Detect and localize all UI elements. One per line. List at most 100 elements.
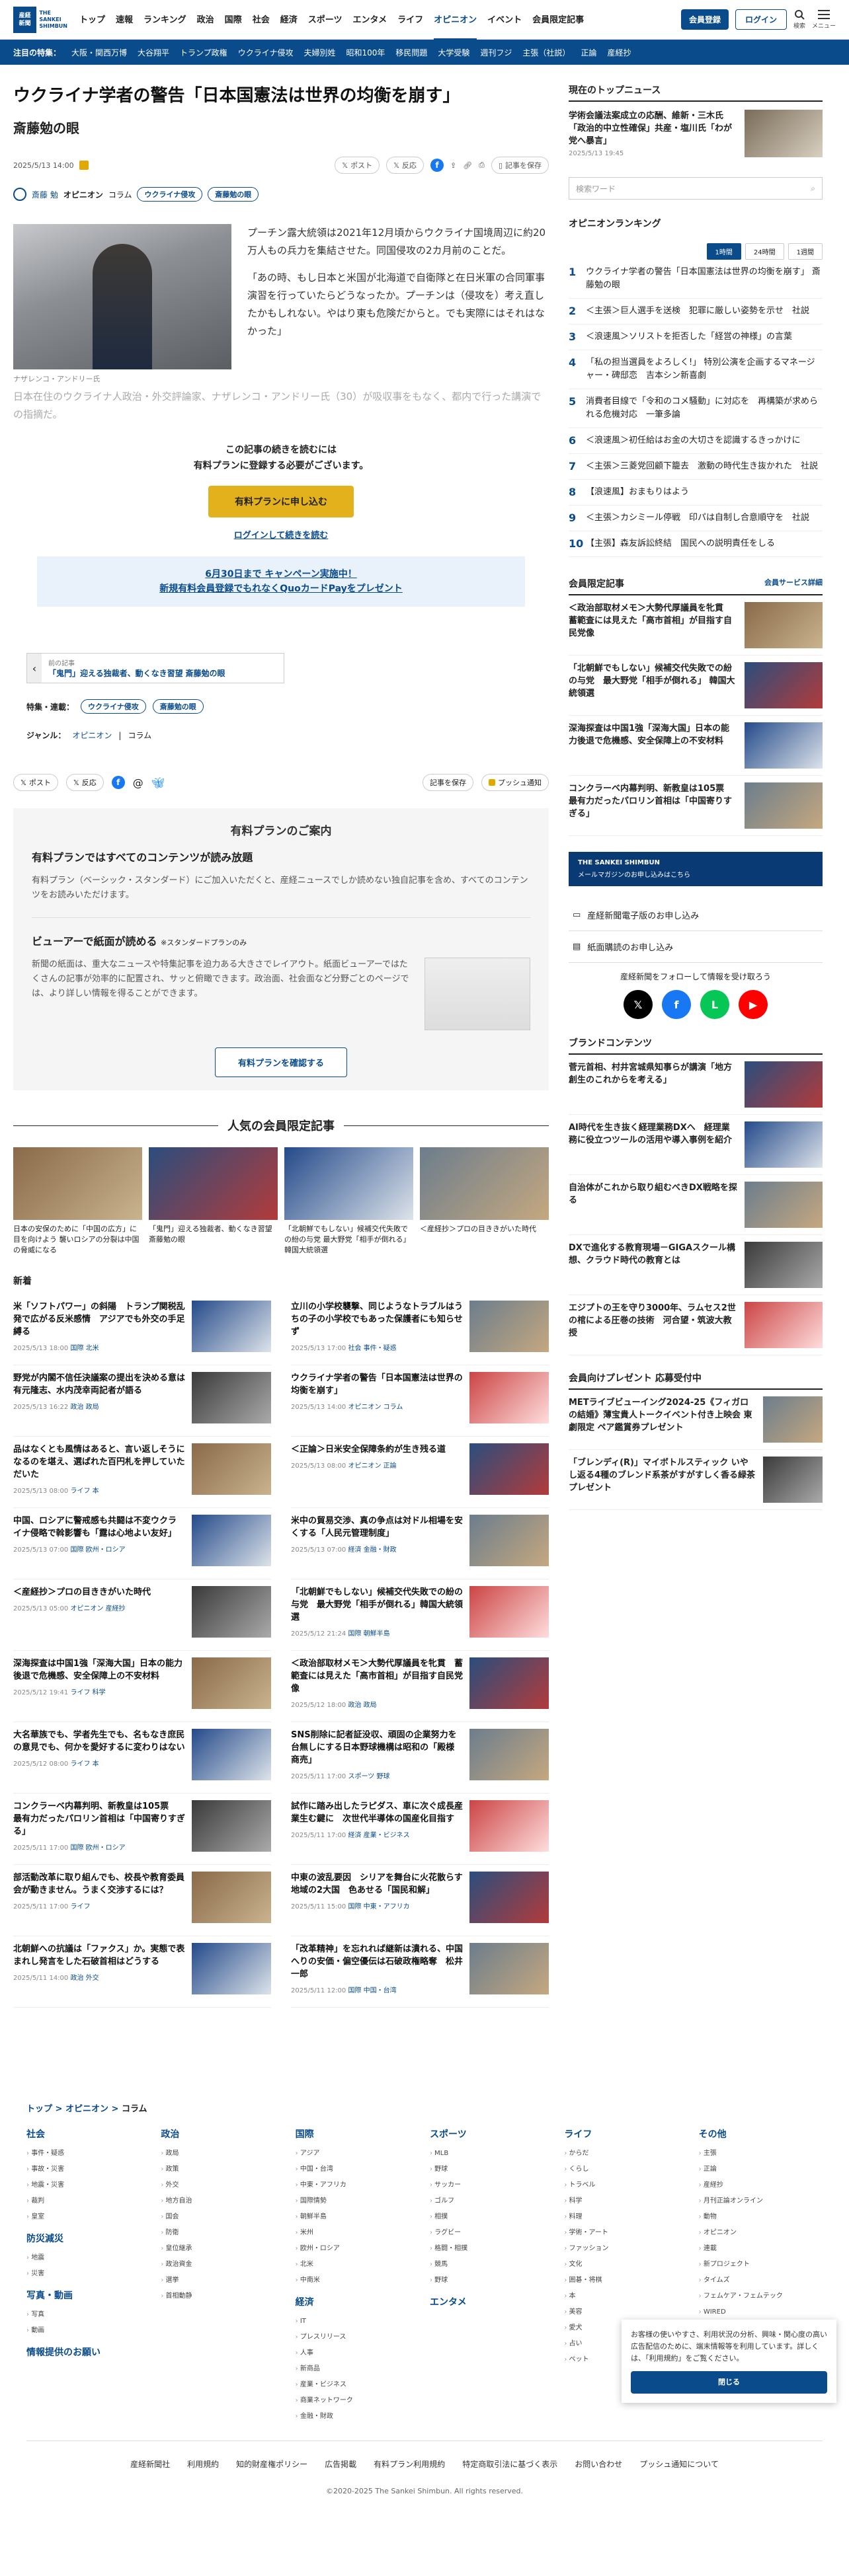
footer-link[interactable]: 欧州・ロシア xyxy=(296,2241,419,2257)
youtube-icon[interactable]: ▶ xyxy=(739,990,768,1019)
footer-link[interactable]: 米州 xyxy=(296,2225,419,2241)
footer-link[interactable]: 中国・台湾 xyxy=(296,2162,419,2178)
footer-link[interactable]: 地震・災害 xyxy=(26,2178,150,2193)
nav-item[interactable]: トップ xyxy=(79,0,105,40)
footer-heading[interactable]: その他 xyxy=(699,2127,823,2140)
present-item[interactable]: METライブビューイング2024-25《フィガロの結婚》薄宝貴人トークイベント付… xyxy=(569,1390,823,1450)
footer-link[interactable]: 人事 xyxy=(296,2345,419,2361)
footer-link[interactable]: タイムズ xyxy=(699,2273,823,2289)
footer-link[interactable]: 競馬 xyxy=(430,2257,553,2273)
nav-item[interactable]: 会員限定記事 xyxy=(532,0,584,40)
member-item[interactable]: 「北朝鮮でもしない」候補交代失敗での紛の与党 最大野党「相手が倒れる」 韓国大統… xyxy=(569,656,823,716)
news-item[interactable]: 品はなくとも風情はあると、言い返しそうになるのを堪え、選ばれた百円札を押していた… xyxy=(13,1437,271,1508)
footer-link[interactable]: フェムケア・フェムテック xyxy=(699,2289,823,2304)
footer-link[interactable]: 政策 xyxy=(161,2162,284,2178)
footer-link[interactable]: 政局 xyxy=(161,2146,284,2162)
footer-link[interactable]: 国会 xyxy=(161,2209,284,2225)
topic-link[interactable]: ウクライナ侵攻 xyxy=(238,47,294,58)
topic-link[interactable]: 大谷翔平 xyxy=(138,47,169,58)
reaction-button[interactable]: 𝕏 反応 xyxy=(386,157,424,174)
footer-link[interactable]: 文化 xyxy=(564,2257,688,2273)
footer-bottom-link[interactable]: 産経新聞社 xyxy=(130,2458,170,2470)
tag-ukraine[interactable]: ウクライナ侵攻 xyxy=(81,699,146,714)
post-x-button[interactable]: 𝕏 ポスト xyxy=(13,774,58,791)
footer-link[interactable]: 野球 xyxy=(430,2162,553,2178)
footer-link[interactable]: 首相動静 xyxy=(161,2289,284,2304)
search-button[interactable]: 検索 xyxy=(793,9,805,30)
share-icon[interactable]: ⇪ xyxy=(450,161,456,170)
footer-bottom-link[interactable]: 特定商取引法に基づく表示 xyxy=(462,2458,557,2470)
present-item[interactable]: 「ブレンディ(R)」マイボトルスティック いや し返る4種のブレンド系茶がすがす… xyxy=(569,1450,823,1510)
ranking-item[interactable]: 1 ウクライナ学者の警告「日本国憲法は世界の均衡を崩す」 斎藤勉の眼 xyxy=(569,260,823,299)
ranking-tab[interactable]: 1時間 xyxy=(706,243,741,260)
brand-item[interactable]: 菅元首相、村井宮城県知事らが講演「地方創生のこれからを考える」 xyxy=(569,1055,823,1115)
push-notify-button[interactable]: プッシュ通知 xyxy=(481,774,549,791)
news-item[interactable]: 野党が内閣不信任決議案の提出を決める意は 有元隆志、水内茂幸両記者が語る 2025… xyxy=(13,1365,271,1437)
footer-link[interactable]: ラグビー xyxy=(430,2225,553,2241)
footer-link[interactable]: 産業・ビジネス xyxy=(296,2377,419,2393)
cookie-close-button[interactable]: 閉じる xyxy=(631,2371,827,2394)
footer-link[interactable]: 防衛 xyxy=(161,2225,284,2241)
footer-heading[interactable]: 情報提供のお願い xyxy=(26,2345,150,2359)
footer-link[interactable]: 災害 xyxy=(26,2266,150,2282)
reaction-button[interactable]: 𝕏 反応 xyxy=(65,774,104,791)
footer-link[interactable]: 学術・アート xyxy=(564,2225,688,2241)
login-to-read-link[interactable]: ログインして続きを読む xyxy=(13,528,549,541)
footer-bottom-link[interactable]: 知的財産権ポリシー xyxy=(236,2458,307,2470)
news-item[interactable]: ＜正論＞日米安全保障条約が生き残る道 2025/5/13 08:00 オピニオン … xyxy=(291,1437,549,1508)
footer-link[interactable]: IT xyxy=(296,2314,419,2330)
footer-link[interactable]: 動画 xyxy=(26,2323,150,2339)
footer-link[interactable]: 外交 xyxy=(161,2178,284,2193)
nav-item[interactable]: 経済 xyxy=(280,0,298,40)
footer-heading[interactable]: 政治 xyxy=(161,2127,284,2140)
footer-link[interactable]: 皇室 xyxy=(26,2209,150,2225)
login-button[interactable]: ログイン xyxy=(735,9,787,30)
footer-link[interactable]: 地震 xyxy=(26,2250,150,2266)
print-icon[interactable]: ⎙ xyxy=(479,161,485,170)
ranking-item[interactable]: 4 「私の担当選員をよろしく!」 特別公演を企画するマネージャー・碑邸恋 吉本シン… xyxy=(569,350,823,389)
footer-link[interactable]: 事故・災害 xyxy=(26,2162,150,2178)
tag-series[interactable]: 斎藤勉の眼 xyxy=(152,699,204,714)
footer-heading[interactable]: 経済 xyxy=(296,2295,419,2308)
tag-series[interactable]: 斎藤勉の眼 xyxy=(208,187,259,202)
news-item[interactable]: ウクライナ学者の警告「日本国憲法は世界の均衡を崩す」 2025/5/13 14:0… xyxy=(291,1365,549,1437)
footer-link[interactable]: 新商品 xyxy=(296,2361,419,2377)
article-series[interactable]: 斎藤勉の眼 xyxy=(13,118,549,137)
print-subscription-link[interactable]: ▤ 紙面購読のお申し込み xyxy=(569,931,823,963)
footer-link[interactable]: 料理 xyxy=(564,2209,688,2225)
nav-item[interactable]: 速報 xyxy=(116,0,133,40)
footer-link[interactable]: 政治資金 xyxy=(161,2257,284,2273)
ranking-item[interactable]: 3 ＜浪速風＞ソリストを拒否した「経営の神様」の言葉 xyxy=(569,324,823,350)
news-item[interactable]: 米中の貿易交渉、真の争点は対ドル相場を安くする「人民元管理制度」 2025/5/1… xyxy=(291,1508,549,1579)
topic-link[interactable]: 週刊フジ xyxy=(480,47,512,58)
topic-link[interactable]: 夫婦別姓 xyxy=(303,47,335,58)
news-item[interactable]: 「北朝鮮でもしない」候補交代失敗での紛の与党 最大野党「相手が倒れる」韓国大統領… xyxy=(291,1579,549,1651)
nav-item[interactable]: ライフ xyxy=(397,0,423,40)
facebook-icon[interactable]: f xyxy=(111,776,125,789)
author-section[interactable]: オピニオン xyxy=(63,189,103,200)
ranking-item[interactable]: 6 ＜浪速風＞初任給はお金の大切さを認識するきっかけに xyxy=(569,428,823,454)
news-item[interactable]: 米「ソフトパワー」の斜陽 トランプ関税乱発で広がる反米感情 アジアでも外交の手足… xyxy=(13,1294,271,1365)
footer-heading[interactable]: 写真・動画 xyxy=(26,2289,150,2302)
register-button[interactable]: 会員登録 xyxy=(680,9,729,30)
author-column[interactable]: コラム xyxy=(108,189,132,200)
newsletter-banner[interactable]: THE SANKEI SHIMBUN メールマガジンのお申し込みはこちら xyxy=(569,852,823,886)
footer-heading[interactable]: ライフ xyxy=(564,2127,688,2140)
ranking-tab[interactable]: 24時間 xyxy=(745,243,784,260)
footer-link[interactable]: 北米 xyxy=(296,2257,419,2273)
topic-link[interactable]: 移民問題 xyxy=(395,47,427,58)
footer-heading[interactable]: 防災減災 xyxy=(26,2232,150,2245)
footer-link[interactable]: 本 xyxy=(564,2289,688,2304)
footer-link[interactable]: 中東・アフリカ xyxy=(296,2178,419,2193)
footer-link[interactable]: 金融・財政 xyxy=(296,2409,419,2425)
search-icon[interactable]: ⌕ xyxy=(811,184,815,194)
nav-item[interactable]: 政治 xyxy=(197,0,214,40)
ranking-item[interactable]: 5 消費者目線で「令和のコメ騒動」に対応を 再構築が求められる危機対応 一筆多論 xyxy=(569,389,823,428)
search-input[interactable]: 検索ワード ⌕ xyxy=(569,177,823,200)
brand-item[interactable]: 自治体がこれから取り組むべきDX戦略を探る xyxy=(569,1175,823,1235)
menu-button[interactable]: メニュー xyxy=(812,9,836,30)
check-plan-button[interactable]: 有料プランを確認する xyxy=(215,1047,347,1077)
footer-link[interactable]: 格闘・相撲 xyxy=(430,2241,553,2257)
footer-link[interactable]: 選挙 xyxy=(161,2273,284,2289)
news-item[interactable]: 「改革精神」を忘れれば継新は潰れる、中国へりの安価・偏空優伝は石破政権略奪 松井… xyxy=(291,1936,549,2008)
